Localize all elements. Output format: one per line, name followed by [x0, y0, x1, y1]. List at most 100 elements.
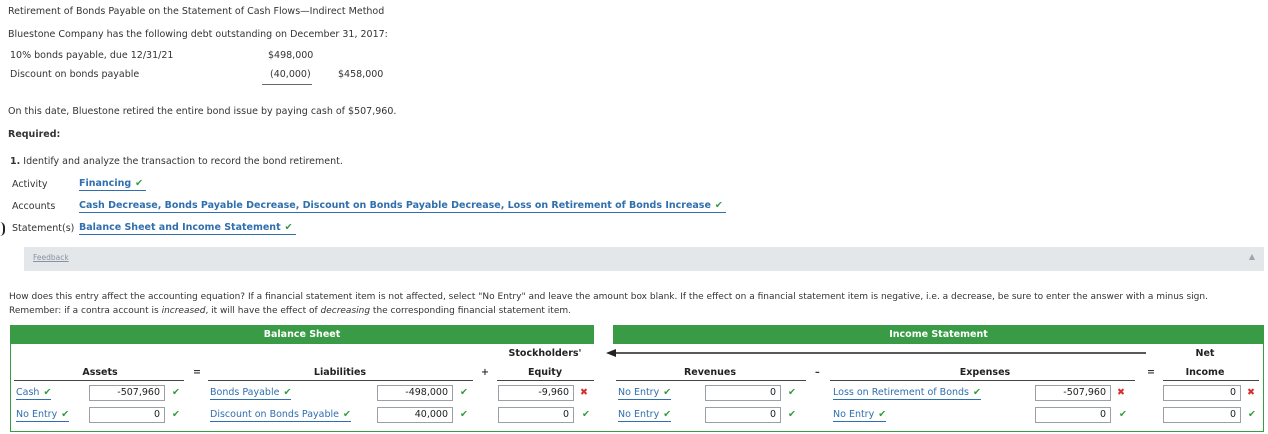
- activity-label: Activity: [12, 179, 48, 190]
- row2-asset-account-select[interactable]: No Entry ✔: [16, 409, 70, 422]
- instr-emph-increased: increased: [161, 306, 206, 316]
- row2-net-amount-input[interactable]: 0: [1163, 407, 1241, 423]
- check-icon: ✔: [460, 409, 468, 420]
- row2-exp-account-select[interactable]: No Entry ✔: [833, 409, 887, 422]
- row2-rev-account: No Entry: [618, 409, 660, 420]
- header-gap: [594, 325, 613, 344]
- check-icon: ✔: [43, 387, 52, 398]
- row2-liab-account-select[interactable]: Discount on Bonds Payable ✔: [210, 409, 351, 422]
- debt-amount-bonds: $498,000: [268, 50, 314, 61]
- row2-exp-account: No Entry: [833, 409, 875, 420]
- row1-rev-account-select[interactable]: No Entry ✔: [618, 387, 672, 400]
- retire-text: On this date, Bluestone retired the enti…: [8, 106, 397, 117]
- row2-equity-amount-input[interactable]: 0: [498, 407, 574, 423]
- check-icon: ✔: [788, 387, 796, 398]
- col-equity-line2: Equity: [527, 367, 563, 378]
- debt-underline: [262, 84, 312, 85]
- page-title: Retirement of Bonds Payable on the State…: [8, 6, 385, 17]
- check-icon: ✔: [61, 409, 70, 420]
- debt-label-bonds: 10% bonds payable, due 12/31/21: [10, 50, 174, 61]
- row2-liab-amount-input[interactable]: 40,000: [377, 407, 453, 423]
- check-icon: ✔: [1119, 409, 1127, 420]
- instr-emph-decreasing: decreasing: [320, 306, 371, 316]
- accounts-label: Accounts: [12, 201, 56, 212]
- col-equity-line1: Stockholders': [508, 348, 582, 359]
- x-icon: ✖: [1117, 387, 1125, 398]
- check-icon: ✔: [460, 387, 468, 398]
- row1-exp-amount-input[interactable]: -507,960: [1035, 385, 1111, 401]
- instructions-line2: Remember: if a contra account is increas…: [9, 306, 571, 316]
- check-icon: ✔: [878, 409, 887, 420]
- check-icon: ✔: [172, 409, 180, 420]
- row1-liab-account-select[interactable]: Bonds Payable ✔: [210, 387, 292, 400]
- step1-text: Identify and analyze the transaction to …: [23, 156, 343, 167]
- col-net-line2: Income: [1185, 367, 1225, 378]
- col-expenses: Expenses: [959, 367, 1011, 378]
- row1-asset-account-select[interactable]: Cash ✔: [16, 387, 52, 400]
- row1-rev-account: No Entry: [618, 387, 660, 398]
- instr-text-c: , it will have the effect of: [205, 306, 321, 316]
- x-icon: ✖: [1247, 387, 1255, 398]
- intro-text: Bluestone Company has the following debt…: [8, 29, 388, 40]
- feedback-link[interactable]: Feedback: [33, 253, 69, 262]
- row1-equity-amount-input[interactable]: -9,960: [498, 385, 574, 401]
- accounts-select[interactable]: Cash Decrease, Bonds Payable Decrease, D…: [79, 200, 726, 213]
- debt-label-discount: Discount on bonds payable: [10, 69, 140, 80]
- statements-value: Balance Sheet and Income Statement: [79, 222, 281, 233]
- balance-sheet-header: Balance Sheet: [10, 325, 594, 344]
- check-icon: ✔: [714, 200, 723, 211]
- instr-text-a: Remember: if a contra account is: [9, 306, 162, 316]
- debt-net-amount: $458,000: [338, 69, 384, 80]
- col-net-line1: Net: [1195, 348, 1215, 359]
- activity-select[interactable]: Financing ✔: [79, 178, 147, 191]
- rev-underline: [616, 380, 806, 381]
- liab-underline: [208, 380, 473, 381]
- row1-liab-account: Bonds Payable: [210, 387, 280, 398]
- income-statement-header: Income Statement: [613, 325, 1264, 344]
- row1-liab-amount-input[interactable]: -498,000: [377, 385, 453, 401]
- col-revenues: Revenues: [683, 367, 737, 378]
- row1-net-amount-input[interactable]: 0: [1163, 385, 1241, 401]
- collapse-arrow-icon[interactable]: ▲: [1249, 252, 1255, 261]
- check-icon: ✔: [172, 387, 180, 398]
- check-icon: ✔: [973, 387, 981, 398]
- instructions-line1: How does this entry affect the accountin…: [9, 292, 1208, 302]
- op-equals-1: =: [193, 367, 201, 378]
- row1-exp-account-select[interactable]: Loss on Retirement of Bonds ✔: [833, 387, 981, 400]
- check-icon: ✔: [284, 222, 293, 233]
- net-underline: [1163, 380, 1259, 381]
- feedback-panel: Feedback ▲: [24, 247, 1264, 271]
- step1-number: 1.: [10, 156, 21, 167]
- check-icon: ✔: [663, 387, 672, 398]
- row1-asset-account: Cash: [16, 387, 40, 398]
- col-assets: Assets: [82, 367, 118, 378]
- statements-select[interactable]: Balance Sheet and Income Statement ✔: [79, 222, 296, 235]
- step1: 1. Identify and analyze the transaction …: [10, 156, 343, 167]
- accounts-value: Cash Decrease, Bonds Payable Decrease, D…: [79, 200, 711, 211]
- check-icon: ✔: [582, 409, 590, 420]
- statement-marker: [0, 222, 5, 236]
- assets-underline: [14, 380, 184, 381]
- check-icon: ✔: [343, 409, 351, 420]
- flow-arrow-icon: [606, 349, 1146, 357]
- row2-asset-amount-input[interactable]: 0: [89, 407, 165, 423]
- exp-underline: [830, 380, 1135, 381]
- row1-rev-amount-input[interactable]: 0: [705, 385, 781, 401]
- check-icon: ✔: [1248, 409, 1256, 420]
- check-icon: ✔: [788, 409, 796, 420]
- row1-exp-account: Loss on Retirement of Bonds: [833, 387, 970, 398]
- row2-rev-amount-input[interactable]: 0: [705, 407, 781, 423]
- row1-asset-amount-input[interactable]: -507,960: [89, 385, 165, 401]
- op-equals-2: =: [1147, 367, 1155, 378]
- x-icon: ✖: [580, 387, 588, 398]
- debt-amount-discount: (40,000): [270, 69, 311, 80]
- col-liabilities: Liabilities: [313, 367, 367, 378]
- row2-rev-account-select[interactable]: No Entry ✔: [618, 409, 672, 422]
- check-icon: ✔: [283, 387, 292, 398]
- required-heading: Required:: [8, 129, 61, 140]
- activity-value: Financing: [79, 178, 132, 189]
- row2-liab-account: Discount on Bonds Payable: [210, 409, 340, 420]
- row2-exp-amount-input[interactable]: 0: [1035, 407, 1111, 423]
- equity-underline: [497, 380, 594, 381]
- check-icon: ✔: [135, 178, 144, 189]
